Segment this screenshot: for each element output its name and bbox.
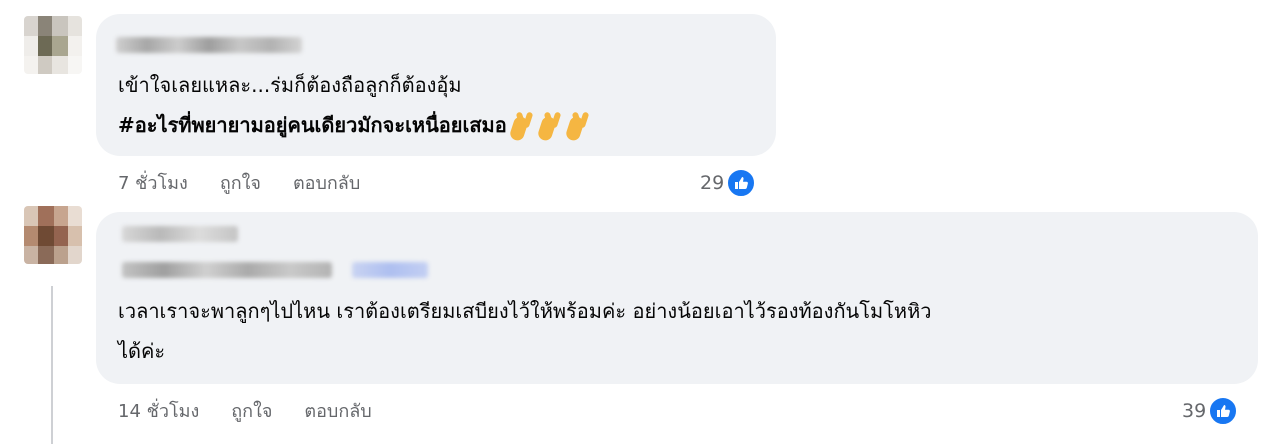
avatar[interactable] <box>24 16 82 74</box>
reply-thread-line <box>51 286 53 444</box>
reaction-summary[interactable]: 29 <box>700 168 757 198</box>
comment-actions: 7 ชั่วโมง ถูกใจ ตอบกลับ <box>118 168 392 197</box>
reaction-count: 39 <box>1182 400 1207 422</box>
avatar[interactable] <box>24 206 82 264</box>
victory-hand-icon <box>543 112 563 136</box>
victory-hand-icon <box>571 112 591 136</box>
reply-button[interactable]: ตอบกลับ <box>293 168 360 197</box>
commenter-name-blurred[interactable] <box>116 37 302 53</box>
timestamp-link[interactable]: 7 ชั่วโมง <box>118 168 188 197</box>
commenter-badge-blurred <box>122 226 238 242</box>
comment-hashtag-line: #อะไรที่พยายามอยู่คนเดียวมักจะเหนื่อยเสม… <box>118 110 591 140</box>
timestamp-link[interactable]: 14 ชั่วโมง <box>118 396 199 425</box>
like-button[interactable]: ถูกใจ <box>231 396 272 425</box>
mentioned-link-blurred[interactable] <box>352 262 428 278</box>
reply-button[interactable]: ตอบกลับ <box>304 396 371 425</box>
comment-text: เข้าใจเลยแหละ...ร่มก็ต้องถือลูกก็ต้องอุ้… <box>118 73 462 97</box>
comment-text: เวลาเราจะพาลูกๆไปไหน เราต้องเตรียมเสบียง… <box>118 299 932 323</box>
commenter-name-blurred[interactable] <box>122 262 332 278</box>
like-button[interactable]: ถูกใจ <box>220 168 261 197</box>
comment-actions: 14 ชั่วโมง ถูกใจ ตอบกลับ <box>118 396 404 425</box>
comment-text-continued: ได้ค่ะ <box>118 339 166 363</box>
hashtag-link[interactable]: #อะไรที่พยายามอยู่คนเดียวมักจะเหนื่อยเสม… <box>118 113 507 137</box>
reaction-count: 29 <box>700 172 725 194</box>
thumbs-up-icon <box>1208 396 1239 426</box>
victory-hand-icon <box>515 112 535 136</box>
thumbs-up-icon <box>726 168 757 198</box>
reaction-summary[interactable]: 39 <box>1182 396 1239 426</box>
